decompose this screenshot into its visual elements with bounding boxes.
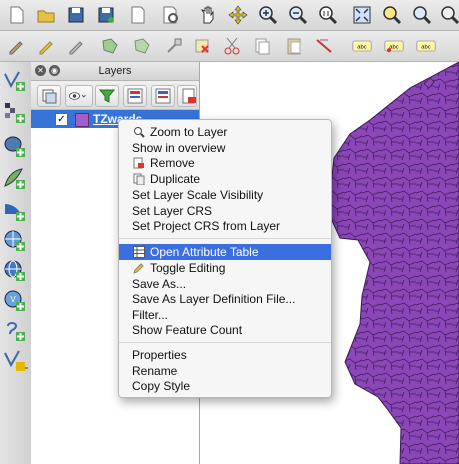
new-project-icon[interactable] [6,5,26,25]
copy-features-icon[interactable] [252,36,272,56]
pan-icon[interactable] [198,5,218,25]
zoom-out-icon[interactable] [288,5,308,25]
add-postgis-layer-icon[interactable] [2,134,28,160]
tree-expander[interactable]: · [38,162,48,172]
menu-separator [119,342,331,343]
open-project-icon[interactable] [36,5,56,25]
save-project-icon[interactable] [66,5,86,25]
layers-panel-title: Layers [98,65,132,77]
svg-text:abc: abc [421,45,430,51]
move-label-icon[interactable]: abc [416,36,440,56]
save-edits-icon[interactable] [66,36,86,56]
zoom-to-selection-icon[interactable] [382,5,402,25]
pin-label-icon[interactable]: abc [352,36,376,56]
composer-manager-icon[interactable] [160,5,180,25]
highlight-label-icon[interactable]: abc [384,36,408,56]
layer-symbol-swatch [75,113,89,127]
remove-layer-icon[interactable] [177,85,197,107]
add-delimited-text-icon[interactable] [2,348,28,374]
add-wms-layer-icon[interactable] [2,258,28,284]
pan-to-selection-icon[interactable] [228,5,248,25]
save-as-icon[interactable] [96,5,116,25]
menu-item-show-in-overview[interactable]: Show in overview [119,140,331,156]
zoom-to-layer-icon [134,127,145,138]
svg-text:abc: abc [357,45,366,51]
digitizing-toolbar: abc abc abc [0,31,459,62]
toggle-editing-icon[interactable] [36,36,56,56]
paste-features-icon[interactable] [284,36,304,56]
menu-item-filter[interactable]: Filter... [119,307,331,323]
move-feature-icon[interactable] [132,36,152,56]
svg-text:V: V [10,295,16,304]
layers-panel-header: ✕ ◉ Layers [31,62,199,81]
add-oracle-layer-icon[interactable] [2,228,28,254]
menu-item-set-project-crs[interactable]: Set Project CRS from Layer [119,218,331,234]
float-panel-icon[interactable]: ◉ [49,65,60,76]
pencil-icon [133,263,144,274]
menu-item-save-as-layer-definition[interactable]: Save As Layer Definition File... [119,291,331,307]
menu-item-save-as[interactable]: Save As... [119,276,331,292]
manage-layers-toolbar: V [0,62,32,464]
menu-item-duplicate[interactable]: Duplicate [119,171,331,187]
layer-visibility-checkbox[interactable]: ✓ [55,113,68,126]
add-wfs-layer-icon[interactable] [2,318,28,344]
menu-item-rename[interactable]: Rename [119,363,331,379]
add-mssql-layer-icon[interactable] [2,198,28,224]
menu-item-set-layer-scale-visibility[interactable]: Set Layer Scale Visibility [119,187,331,203]
menu-item-toggle-editing[interactable]: Toggle Editing [119,260,331,276]
expand-all-icon[interactable] [123,85,147,107]
add-group-icon[interactable] [37,85,61,107]
menu-item-set-layer-crs[interactable]: Set Layer CRS [119,203,331,219]
add-wcs-layer-icon[interactable]: V [2,288,28,314]
remove-icon [133,157,144,169]
current-edits-icon[interactable] [6,36,26,56]
menu-item-copy-style[interactable]: Copy Style [119,378,331,394]
add-feature-icon[interactable] [100,36,120,56]
menu-item-open-attribute-table[interactable]: Open Attribute Table [119,244,331,260]
menu-item-properties[interactable]: Properties [119,347,331,363]
zoom-in-icon[interactable] [258,5,278,25]
delete-selected-icon[interactable] [192,36,212,56]
filter-legend-icon[interactable] [95,85,119,107]
label-icon[interactable] [314,36,334,56]
add-spatialite-layer-icon[interactable] [2,166,28,192]
manage-visibility-icon[interactable] [65,85,93,107]
new-print-composer-icon[interactable] [128,5,148,25]
attribute-table-icon [133,246,145,258]
add-raster-layer-icon[interactable] [2,100,28,126]
menu-item-remove[interactable]: Remove [119,155,331,171]
zoom-to-layer-icon[interactable] [412,5,432,25]
menu-item-zoom-to-layer[interactable]: Zoom to Layer [119,124,331,140]
cut-features-icon[interactable] [222,36,242,56]
layer-context-menu: Zoom to Layer Show in overview Remove Du… [118,119,332,398]
zoom-full-icon[interactable] [352,5,372,25]
menu-separator [119,238,331,239]
zoom-actual-icon[interactable] [318,5,338,25]
add-vector-layer-icon[interactable] [2,68,28,94]
map-navigation-toolbar [0,0,459,31]
duplicate-icon [133,173,145,185]
close-panel-icon[interactable]: ✕ [35,65,46,76]
node-tool-icon[interactable] [164,36,184,56]
layers-panel-toolbar [31,81,199,110]
zoom-last-icon[interactable] [440,5,459,25]
menu-item-show-feature-count[interactable]: Show Feature Count [119,322,331,338]
collapse-all-icon[interactable] [151,85,175,107]
